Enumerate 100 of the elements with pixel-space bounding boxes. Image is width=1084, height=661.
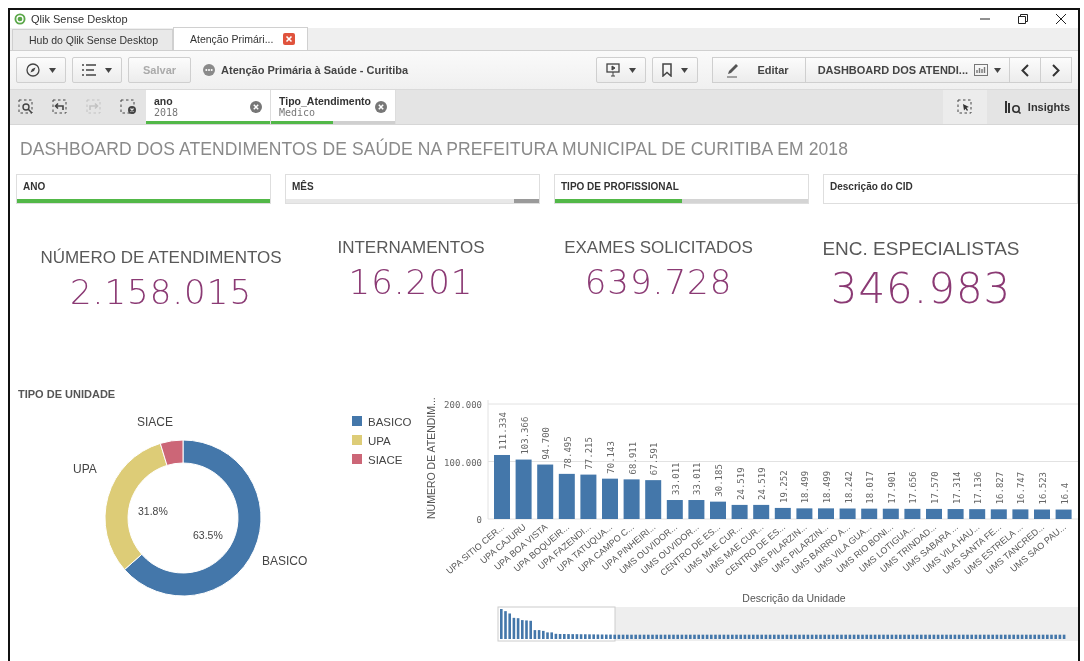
bar[interactable]: [666, 500, 683, 519]
caret-icon: [629, 67, 637, 73]
step-back-icon: [52, 99, 70, 115]
legend-swatch: [352, 454, 362, 464]
step-forward-icon: [86, 99, 104, 115]
bar[interactable]: [623, 479, 640, 519]
previous-sheet-button[interactable]: [1009, 57, 1040, 83]
chevron-left-icon: [1021, 63, 1029, 77]
bar-value: 16.4: [1059, 482, 1070, 505]
restore-icon[interactable]: [1018, 14, 1028, 24]
scroll-overview-drawing[interactable]: [497, 606, 1078, 642]
kpi-value: 346.983: [830, 264, 1012, 313]
more-icon[interactable]: [203, 64, 216, 76]
bar[interactable]: [1055, 509, 1072, 519]
bar[interactable]: [990, 509, 1007, 519]
insights-button[interactable]: Insights: [986, 90, 1078, 124]
sheet-selector[interactable]: DASHBOARD DOS ATENDI...: [804, 57, 1009, 83]
clear-selections-icon: [120, 99, 138, 115]
caret-icon: [105, 67, 112, 73]
slice-label: SIACE: [137, 415, 173, 429]
bar[interactable]: [861, 508, 878, 519]
bar[interactable]: [947, 509, 964, 519]
bar[interactable]: [904, 508, 921, 519]
bookmark-button[interactable]: [652, 57, 699, 83]
bar[interactable]: [580, 474, 597, 519]
bar[interactable]: [558, 473, 575, 519]
bar[interactable]: [796, 508, 813, 519]
selection-value: Medico: [279, 107, 316, 119]
bar[interactable]: [774, 507, 791, 519]
sheet-title: DASHBOARD DOS ATENDIMENTOS DE SAÚDE NA PREFEITURA MUNICIPAL DE CURITIBA EM 2018: [20, 139, 849, 160]
presentation-icon: [606, 63, 621, 77]
caret-icon: [994, 67, 1001, 73]
edit-button[interactable]: Editar: [712, 57, 805, 83]
bar[interactable]: [731, 504, 748, 519]
bar-value: 103.366: [519, 416, 530, 455]
bar-value: 33.011: [692, 462, 703, 495]
close-icon[interactable]: [1056, 14, 1066, 24]
axis-title: Descrição da Unidade: [742, 592, 846, 604]
donut-slice[interactable]: [159, 439, 184, 466]
bar-value: 77.215: [584, 437, 595, 470]
bar[interactable]: [1012, 509, 1029, 519]
caret-icon: [681, 67, 689, 73]
bar[interactable]: [688, 500, 705, 519]
bar-value: 30.185: [714, 464, 724, 497]
bar-value: 16.747: [1016, 471, 1027, 505]
selection-mode-button[interactable]: [942, 90, 987, 124]
bar[interactable]: [753, 504, 770, 519]
next-sheet-button[interactable]: [1040, 57, 1072, 83]
bar[interactable]: [882, 508, 899, 519]
donut-slice[interactable]: [104, 442, 168, 571]
app-logo-icon: [14, 13, 26, 25]
filter-pane[interactable]: MÊS: [285, 174, 540, 204]
bar-value: 18.499: [822, 470, 832, 504]
filter-label: TIPO DE PROFISSIONAL: [560, 180, 680, 192]
sheet-icon: [974, 64, 988, 76]
menu-button[interactable]: [72, 57, 122, 83]
bar[interactable]: [602, 478, 618, 519]
clear-icon[interactable]: [375, 101, 387, 113]
kpi-title: EXAMES SOLICITADOS: [564, 238, 753, 258]
insights-icon: [1004, 100, 1023, 114]
bar[interactable]: [537, 464, 554, 519]
filter-pane[interactable]: ANO: [16, 174, 271, 204]
bar-value: 18.499: [800, 470, 811, 504]
navigation-button[interactable]: [16, 57, 66, 83]
bar-value: 78.495: [562, 436, 573, 469]
legend-label: UPA: [368, 435, 391, 447]
donut-slice[interactable]: [124, 439, 262, 597]
legend-label: SIACE: [368, 454, 403, 466]
clear-icon[interactable]: [250, 101, 262, 113]
slice-value: 31.8%: [138, 505, 168, 517]
kpi-title: ENC. ESPECIALISTAS: [822, 238, 1020, 260]
chart-title: TIPO DE UNIDADE: [18, 388, 117, 400]
list-icon: [82, 64, 96, 76]
bar[interactable]: [969, 509, 986, 519]
bar-value: 68.911: [627, 441, 638, 475]
kpi-value: 2.158.015: [69, 272, 252, 312]
selection-chip[interactable]: Tipo_Atendimento Medico: [271, 90, 396, 124]
bar[interactable]: [1034, 509, 1050, 519]
bar[interactable]: [818, 508, 834, 519]
bar[interactable]: [710, 501, 726, 519]
filter-pane[interactable]: TIPO DE PROFISSIONAL: [554, 174, 809, 204]
bar[interactable]: [645, 480, 662, 519]
kpi-value: 639.728: [584, 262, 733, 302]
bar-value: 16.827: [994, 471, 1005, 505]
browser-tab[interactable]: Hub do Qlik Sense Desktop: [12, 29, 173, 50]
legend-swatch: [352, 416, 362, 426]
browser-tab[interactable]: Atenção Primári...: [173, 27, 309, 50]
bar[interactable]: [515, 459, 532, 519]
filter-pane[interactable]: Descrição do CID: [823, 174, 1078, 204]
bar-value: 111.334: [498, 412, 508, 450]
selection-chip[interactable]: ano 2018: [146, 90, 271, 124]
legend-label: BASICO: [368, 416, 412, 428]
legend-swatch: [352, 435, 362, 445]
presentation-button[interactable]: [596, 57, 647, 83]
bar[interactable]: [926, 508, 942, 519]
bar[interactable]: [839, 508, 856, 519]
selection-mode-icon: [956, 99, 973, 115]
tick-label: 200.000: [444, 400, 482, 410]
slice-label: BASICO: [262, 554, 308, 568]
selection-value: 2018: [154, 107, 180, 119]
